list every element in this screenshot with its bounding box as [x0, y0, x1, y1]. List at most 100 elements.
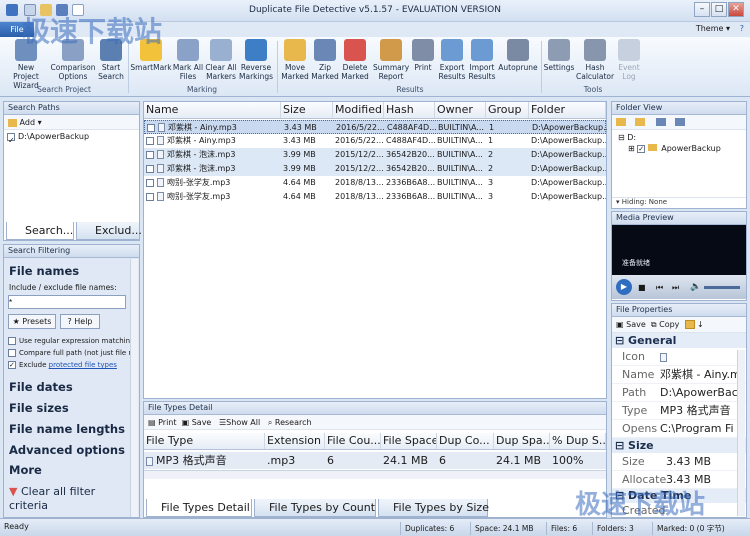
drive-node[interactable]: ⊟ D: — [612, 130, 746, 143]
search-path-item[interactable]: ✓ D:\ApowerBackup — [4, 130, 139, 145]
volume-icon[interactable]: 🔈 — [690, 282, 701, 292]
add-path-button[interactable]: Add — [20, 118, 36, 127]
col-size[interactable]: Size — [281, 102, 333, 118]
more-section[interactable]: More — [9, 463, 42, 477]
prop-copy-button[interactable]: Copy — [659, 320, 679, 329]
ft-show-all-button[interactable]: Show All — [226, 418, 260, 427]
import-results-button[interactable]: Import Results — [467, 39, 497, 81]
prop-row-opens[interactable]: Opens C:\Program Fi — [612, 420, 746, 438]
ft-col-pct[interactable]: % Dup S... — [550, 433, 606, 449]
table-row[interactable]: 吻别-张学友.mp3 4.64 MB 2018/8/13... 2336B6A8… — [144, 176, 606, 190]
tree-icon[interactable] — [674, 118, 685, 126]
row-checkbox[interactable] — [146, 178, 154, 187]
help-icon[interactable]: ? — [740, 24, 744, 33]
print-button[interactable]: Print — [410, 39, 436, 72]
col-modified[interactable]: Modified — [333, 102, 384, 118]
col-owner[interactable]: Owner — [435, 102, 486, 118]
clear-all-markers-button[interactable]: Clear All Markers — [204, 39, 238, 81]
regex-checkbox[interactable] — [8, 337, 16, 345]
sort-az-icon[interactable]: ↓ — [697, 320, 704, 329]
theme-menu[interactable]: Theme ▾ — [696, 24, 730, 33]
row-checkbox[interactable] — [147, 123, 155, 132]
tab-search[interactable]: Search... — [6, 222, 74, 240]
regex-option[interactable]: Use regular expression matching — [8, 337, 135, 345]
presets-button[interactable]: ★ Presets — [8, 314, 56, 329]
help-button[interactable]: ? Help — [60, 314, 100, 329]
folder-up-icon[interactable] — [634, 118, 645, 126]
row-checkbox[interactable] — [146, 150, 154, 159]
ft-col-dup-count[interactable]: Dup Co... — [437, 433, 494, 449]
delete-marked-button[interactable]: Delete Marked — [340, 39, 370, 81]
path-checkbox[interactable]: ✓ — [7, 132, 15, 145]
binoculars-icon[interactable] — [655, 118, 666, 126]
prop-save-button[interactable]: Save — [626, 320, 646, 329]
table-row[interactable]: 邓紫棋 - Ainy.mp3 3.43 MB 2016/5/22... C488… — [144, 120, 607, 134]
maximize-button[interactable]: □ — [711, 2, 727, 17]
next-icon[interactable]: ⏭ — [672, 283, 679, 293]
folder-checkbox[interactable]: ✓ — [637, 144, 646, 153]
file-type-row[interactable]: MP3 格式声音 .mp3 6 24.1 MB 6 24.1 MB 100% — [144, 452, 606, 469]
folder-icon[interactable] — [616, 118, 626, 126]
tab-file-types-by-count[interactable]: File Types by Count — [254, 499, 376, 517]
exclude-protected-option[interactable]: ✓ Exclude protected file types — [8, 361, 117, 369]
reverse-markings-button[interactable]: Reverse Markings — [238, 39, 274, 81]
event-log-button[interactable]: Event Log — [616, 39, 642, 81]
tab-exclude[interactable]: Exclud... — [76, 222, 142, 240]
ft-print-button[interactable]: Print — [158, 418, 176, 427]
autoprune-button[interactable]: Autoprune — [497, 39, 539, 72]
volume-slider[interactable] — [704, 286, 740, 289]
ft-save-button[interactable]: Save — [192, 418, 212, 427]
file-names-heading[interactable]: File names — [9, 264, 79, 278]
prop-row-icon[interactable]: Icon — [612, 348, 746, 366]
file-sizes-section[interactable]: File sizes — [9, 401, 69, 415]
table-row[interactable]: 吻别-张学友.mp3 4.64 MB 2018/8/13... 2336B6A8… — [144, 190, 606, 204]
ft-col-type[interactable]: File Type — [144, 433, 265, 449]
file-name-lengths-section[interactable]: File name lengths — [9, 422, 125, 436]
size-section[interactable]: ⊟ Size — [612, 438, 746, 453]
ft-col-count[interactable]: File Cou... — [325, 433, 381, 449]
hash-calculator-button[interactable]: Hash Calculator — [576, 39, 614, 81]
stop-icon[interactable]: ■ — [638, 283, 646, 292]
col-group[interactable]: Group — [486, 102, 529, 118]
tab-file-types-detail[interactable]: File Types Detail — [146, 499, 252, 517]
table-row[interactable]: 邓紫棋 - 泡沫.mp3 3.99 MB 2015/12/2... 36542B… — [144, 148, 606, 162]
prop-row-name[interactable]: Name 邓紫棋 - Ainy.m — [612, 366, 746, 384]
ft-col-extension[interactable]: Extension — [265, 433, 325, 449]
prop-row-size[interactable]: Size 3.43 MB — [612, 453, 746, 471]
categorized-icon[interactable] — [684, 320, 695, 329]
table-row[interactable]: 邓紫棋 - 泡沫.mp3 3.99 MB 2015/12/2... 36542B… — [144, 162, 606, 176]
prop-row-path[interactable]: Path D:\ApowerBac — [612, 384, 746, 402]
ft-col-dup-space[interactable]: Dup Spa... — [494, 433, 550, 449]
table-row[interactable]: 邓紫棋 - Ainy.mp3 3.43 MB 2016/5/22... C488… — [144, 134, 606, 148]
ft-col-space[interactable]: File Space — [381, 433, 437, 449]
row-checkbox[interactable] — [146, 164, 154, 173]
close-button[interactable]: ✕ — [728, 2, 744, 17]
props-scrollbar[interactable] — [737, 350, 745, 516]
settings-button[interactable]: Settings — [543, 39, 575, 72]
col-name[interactable]: Name — [144, 102, 281, 118]
ft-horizontal-scrollbar[interactable] — [144, 470, 606, 479]
general-section[interactable]: ⊟ General — [612, 333, 746, 348]
filter-scrollbar[interactable] — [130, 259, 138, 517]
tab-file-types-by-size[interactable]: File Types by Size — [378, 499, 489, 517]
col-hash[interactable]: Hash — [384, 102, 435, 118]
ft-research-button[interactable]: Research — [275, 418, 312, 427]
folder-node[interactable]: ⊞ ✓ ApowerBackup — [612, 143, 746, 154]
file-names-input[interactable] — [8, 295, 126, 309]
clear-filter-criteria-link[interactable]: ▼ Clear all filter criteria — [9, 485, 127, 513]
mark-all-files-button[interactable]: Mark All Files — [172, 39, 204, 81]
row-checkbox[interactable] — [146, 192, 154, 201]
zip-marked-button[interactable]: Zip Marked — [311, 39, 339, 81]
row-checkbox[interactable] — [146, 136, 154, 145]
previous-icon[interactable]: ⏮ — [656, 283, 663, 293]
exclude-checkbox[interactable]: ✓ — [8, 361, 16, 369]
play-icon[interactable]: ▶ — [616, 279, 632, 295]
protected-file-types-link[interactable]: protected file types — [49, 361, 117, 369]
file-dates-section[interactable]: File dates — [9, 380, 73, 394]
prop-row-type[interactable]: Type MP3 格式声音 — [612, 402, 746, 420]
full-path-option[interactable]: Compare full path (not just file nar — [8, 349, 132, 357]
export-results-button[interactable]: Export Results — [437, 39, 467, 81]
move-marked-button[interactable]: Move Marked — [280, 39, 310, 81]
summary-report-button[interactable]: Summary Report — [373, 39, 409, 81]
full-path-checkbox[interactable] — [8, 349, 16, 357]
